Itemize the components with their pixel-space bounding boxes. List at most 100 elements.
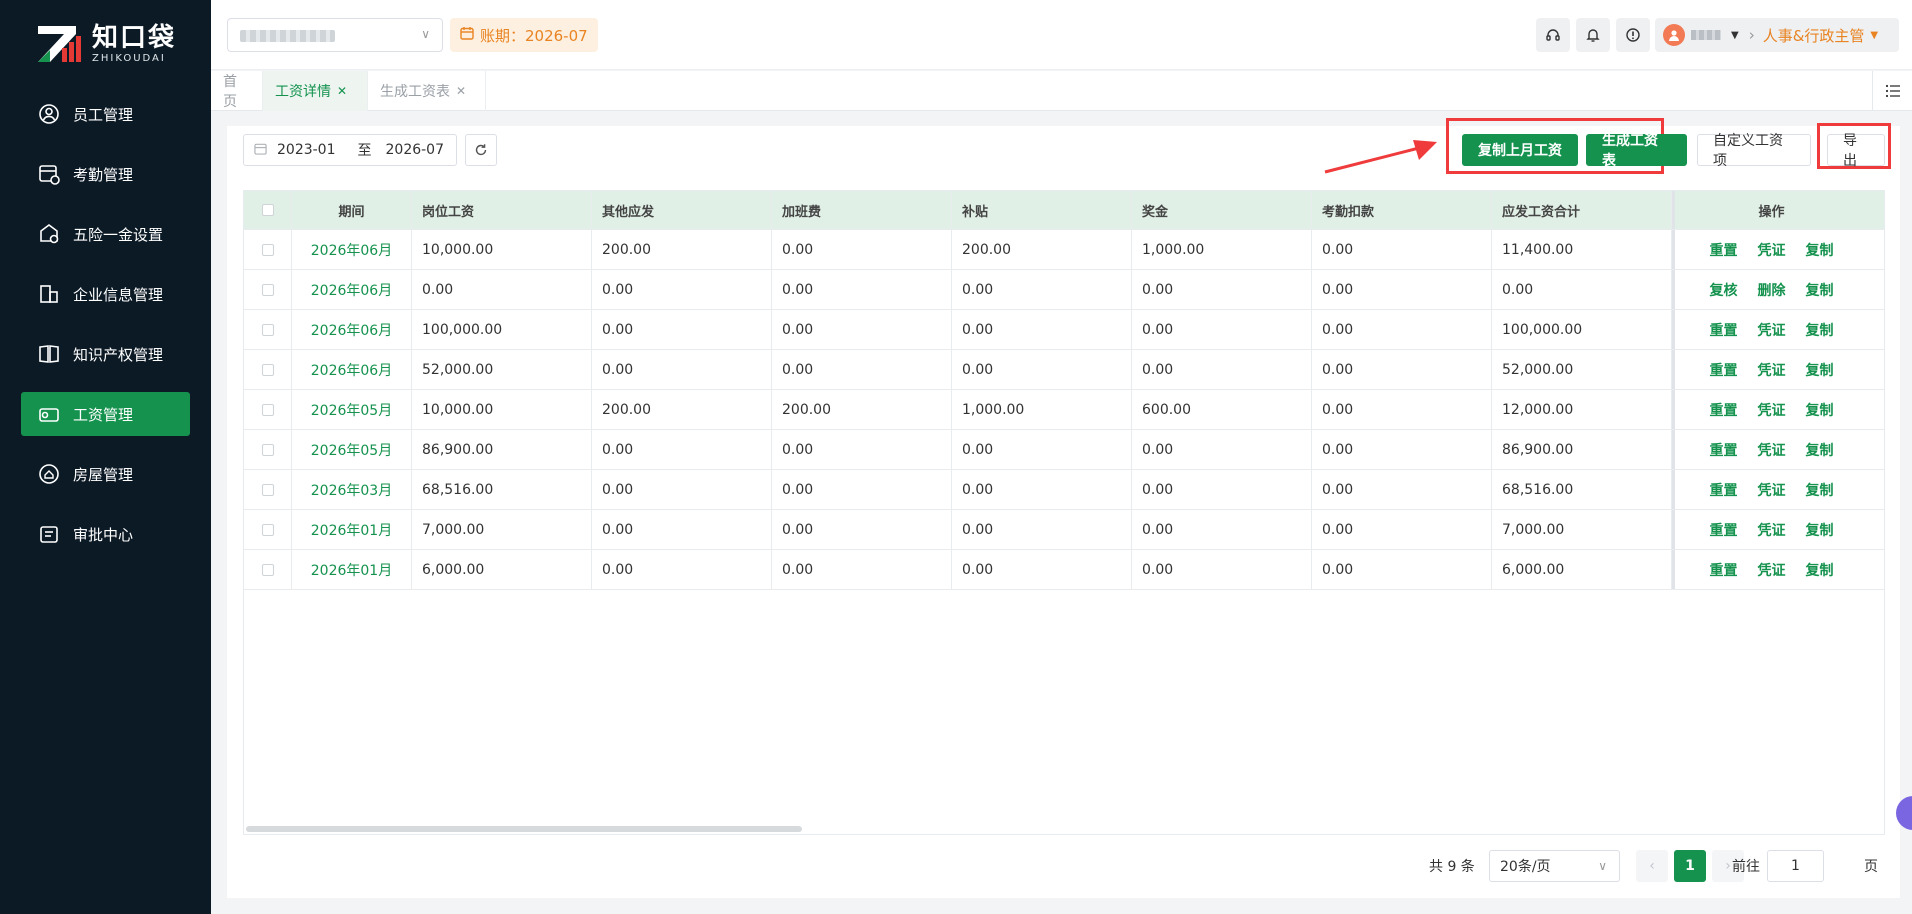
row-checkbox[interactable] xyxy=(244,350,292,389)
sidebar-item-insurance[interactable]: 五险一金设置 xyxy=(21,212,190,256)
table-row[interactable]: 2026年05月 86,900.00 0.00 0.00 0.00 0.00 0.00 86,… xyxy=(244,430,1884,470)
op-link[interactable]: 复制 xyxy=(1806,440,1834,460)
table-row[interactable]: 2026年05月 10,000.00 200.00 200.00 1,000.00 600… xyxy=(244,390,1884,430)
op-link[interactable]: 凭证 xyxy=(1758,360,1786,380)
period-cell[interactable]: 2026年05月 xyxy=(292,430,412,469)
export-button[interactable]: 导出 xyxy=(1827,133,1885,169)
value-cell: 52,000.00 xyxy=(1492,350,1672,389)
op-link[interactable]: 复核 xyxy=(1710,280,1738,300)
sidebar-item-approval[interactable]: 审批中心 xyxy=(21,512,190,556)
op-link[interactable]: 凭证 xyxy=(1758,240,1786,260)
op-link[interactable]: 重置 xyxy=(1710,400,1738,420)
sidebar-item-attendance[interactable]: 考勤管理 xyxy=(21,152,190,196)
table-row[interactable]: 2026年01月 7,000.00 0.00 0.00 0.00 0.00 0.00 7,00… xyxy=(244,510,1884,550)
op-link[interactable]: 删除 xyxy=(1758,280,1786,300)
sidebar-item-enterprise[interactable]: 企业信息管理 xyxy=(21,272,190,316)
copy-last-month-button[interactable]: 复制上月工资 xyxy=(1462,134,1578,166)
table-row[interactable]: 2026年06月 0.00 0.00 0.00 0.00 0.00 0.00 0.00 复核 删除… xyxy=(244,270,1884,310)
date-start[interactable]: 2023-01 xyxy=(277,142,336,158)
period-link[interactable]: 2026年01月 xyxy=(311,560,392,580)
op-link[interactable]: 凭证 xyxy=(1758,400,1786,420)
row-checkbox[interactable] xyxy=(244,430,292,469)
generate-sheet-button[interactable]: 生成工资表 xyxy=(1586,133,1687,169)
period-link[interactable]: 2026年03月 xyxy=(311,480,392,500)
op-link[interactable]: 重置 xyxy=(1710,360,1738,380)
op-link[interactable]: 重置 xyxy=(1710,240,1738,260)
table-row[interactable]: 2026年06月 100,000.00 0.00 0.00 0.00 0.00 0.00 10… xyxy=(244,310,1884,350)
period-cell[interactable]: 2026年03月 xyxy=(292,470,412,509)
table-row[interactable]: 2026年06月 52,000.00 0.00 0.00 0.00 0.00 0.00 52,… xyxy=(244,350,1884,390)
row-checkbox[interactable] xyxy=(244,550,292,589)
sidebar-item-house[interactable]: 房屋管理 xyxy=(21,452,190,496)
row-checkbox[interactable] xyxy=(244,310,292,349)
company-select[interactable]: ∨ xyxy=(227,18,443,52)
page-number-current[interactable]: 1 xyxy=(1674,850,1706,882)
period-link[interactable]: 2026年06月 xyxy=(311,360,392,380)
op-link[interactable]: 凭证 xyxy=(1758,440,1786,460)
page-size-select[interactable]: 20条/页 ∨ xyxy=(1489,850,1620,882)
table-row[interactable]: 2026年03月 68,516.00 0.00 0.00 0.00 0.00 0.00 68,… xyxy=(244,470,1884,510)
period-cell[interactable]: 2026年05月 xyxy=(292,390,412,429)
period-cell[interactable]: 2026年06月 xyxy=(292,350,412,389)
row-checkbox[interactable] xyxy=(244,470,292,509)
op-link[interactable]: 复制 xyxy=(1806,240,1834,260)
period-link[interactable]: 2026年05月 xyxy=(311,400,392,420)
close-icon[interactable]: ✕ xyxy=(337,84,347,98)
headset-icon[interactable] xyxy=(1536,18,1570,52)
refresh-button[interactable] xyxy=(465,134,497,166)
op-link[interactable]: 复制 xyxy=(1806,360,1834,380)
sidebar-item-salary[interactable]: 工资管理 xyxy=(21,392,190,436)
op-link[interactable]: 凭证 xyxy=(1758,480,1786,500)
tab-home[interactable]: 首页 xyxy=(211,71,263,111)
op-link[interactable]: 重置 xyxy=(1710,320,1738,340)
period-link[interactable]: 2026年05月 xyxy=(311,440,392,460)
op-link[interactable]: 复制 xyxy=(1806,520,1834,540)
op-link[interactable]: 重置 xyxy=(1710,560,1738,580)
prev-page-button[interactable]: ‹ xyxy=(1636,850,1668,882)
op-link[interactable]: 凭证 xyxy=(1758,320,1786,340)
info-icon[interactable] xyxy=(1616,18,1650,52)
op-link[interactable]: 凭证 xyxy=(1758,520,1786,540)
bell-icon[interactable] xyxy=(1576,18,1610,52)
period-cell[interactable]: 2026年06月 xyxy=(292,230,412,269)
period-link[interactable]: 2026年01月 xyxy=(311,520,392,540)
op-link[interactable]: 复制 xyxy=(1806,320,1834,340)
period-cell[interactable]: 2026年06月 xyxy=(292,270,412,309)
op-link[interactable]: 复制 xyxy=(1806,400,1834,420)
op-link[interactable]: 凭证 xyxy=(1758,560,1786,580)
close-icon[interactable]: ✕ xyxy=(456,84,466,98)
op-link[interactable]: 复制 xyxy=(1806,560,1834,580)
period-cell[interactable]: 2026年01月 xyxy=(292,510,412,549)
tab-generate-sheet[interactable]: 生成工资表 ✕ xyxy=(368,71,486,111)
sidebar-item-employee[interactable]: 员工管理 xyxy=(21,92,190,136)
table-row[interactable]: 2026年01月 6,000.00 0.00 0.00 0.00 0.00 0.00 6,00… xyxy=(244,550,1884,590)
horizontal-scrollbar[interactable] xyxy=(246,826,802,832)
sidebar-item-label: 工资管理 xyxy=(73,405,134,424)
row-checkbox[interactable] xyxy=(244,230,292,269)
accounting-period-badge[interactable]: 账期：2026-07 xyxy=(450,18,598,52)
date-end[interactable]: 2026-07 xyxy=(386,142,445,158)
period-cell[interactable]: 2026年06月 xyxy=(292,310,412,349)
select-all-checkbox[interactable] xyxy=(244,191,292,229)
logo[interactable]: 知口袋 ZHIKOUDAI xyxy=(36,22,176,66)
tab-salary-detail[interactable]: 工资详情 ✕ xyxy=(263,71,368,111)
period-link[interactable]: 2026年06月 xyxy=(311,240,392,260)
op-link[interactable]: 重置 xyxy=(1710,520,1738,540)
op-link[interactable]: 复制 xyxy=(1806,480,1834,500)
table-row[interactable]: 2026年06月 10,000.00 200.00 0.00 200.00 1,000.0… xyxy=(244,230,1884,270)
op-link[interactable]: 复制 xyxy=(1806,280,1834,300)
custom-items-button[interactable]: 自定义工资项 xyxy=(1697,133,1811,169)
row-checkbox[interactable] xyxy=(244,270,292,309)
row-checkbox[interactable] xyxy=(244,390,292,429)
sidebar-item-book[interactable]: 知识产权管理 xyxy=(21,332,190,376)
date-range-picker[interactable]: 2023-01 至 2026-07 xyxy=(243,134,457,166)
period-link[interactable]: 2026年06月 xyxy=(311,320,392,340)
op-link[interactable]: 重置 xyxy=(1710,440,1738,460)
user-menu[interactable]: ▼ › 人事&行政主管 ▼ xyxy=(1655,18,1899,52)
goto-page-input[interactable]: 1 xyxy=(1767,850,1824,882)
period-cell[interactable]: 2026年01月 xyxy=(292,550,412,589)
row-checkbox[interactable] xyxy=(244,510,292,549)
period-link[interactable]: 2026年06月 xyxy=(311,280,392,300)
op-link[interactable]: 重置 xyxy=(1710,480,1738,500)
list-menu-icon[interactable] xyxy=(1872,71,1912,111)
